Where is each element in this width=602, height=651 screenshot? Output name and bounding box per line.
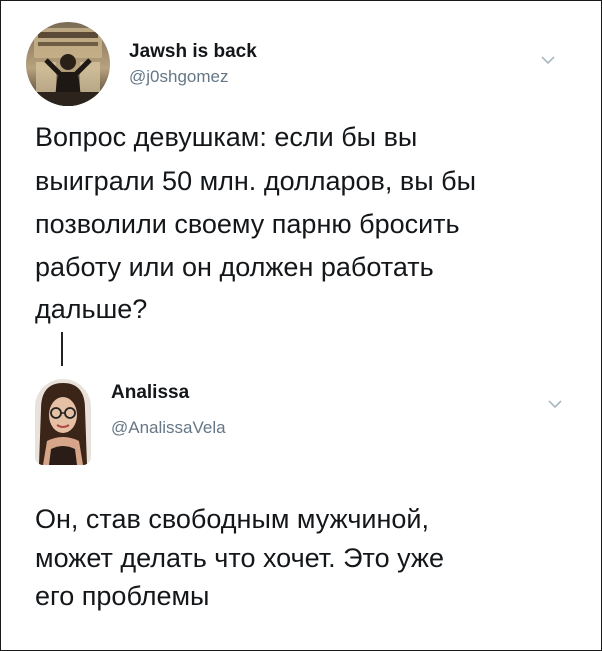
user-handle[interactable]: @AnalissaVela xyxy=(111,418,226,438)
tweet-line: может делать что хочет. Это уже xyxy=(35,543,445,573)
display-name[interactable]: Analissa xyxy=(111,382,189,404)
tweet-line: Вопрос девушкам: если бы вы xyxy=(35,122,418,152)
tweet-line: Он, став свободным мужчиной, xyxy=(35,504,430,534)
display-name[interactable]: Jawsh is back xyxy=(129,41,257,63)
avatar[interactable] xyxy=(35,379,91,465)
chevron-down-icon[interactable] xyxy=(548,396,562,409)
tweet-line: выиграли 50 млн. долларов, вы бы xyxy=(35,166,477,196)
user-handle[interactable]: @j0shgomez xyxy=(129,67,228,87)
user-avatar-jawsh-icon xyxy=(26,22,110,106)
tweet-line: его проблемы xyxy=(35,581,210,611)
tweet-line: дальше? xyxy=(35,294,148,324)
chevron-down-icon[interactable] xyxy=(541,52,555,65)
user-avatar-analissa-icon xyxy=(35,379,91,465)
avatar[interactable] xyxy=(26,22,110,106)
tweet-line: работу или он должен работать xyxy=(35,252,434,282)
thread-connector-line xyxy=(61,332,63,366)
tweet-line: позволили своему парню бросить xyxy=(35,209,460,239)
